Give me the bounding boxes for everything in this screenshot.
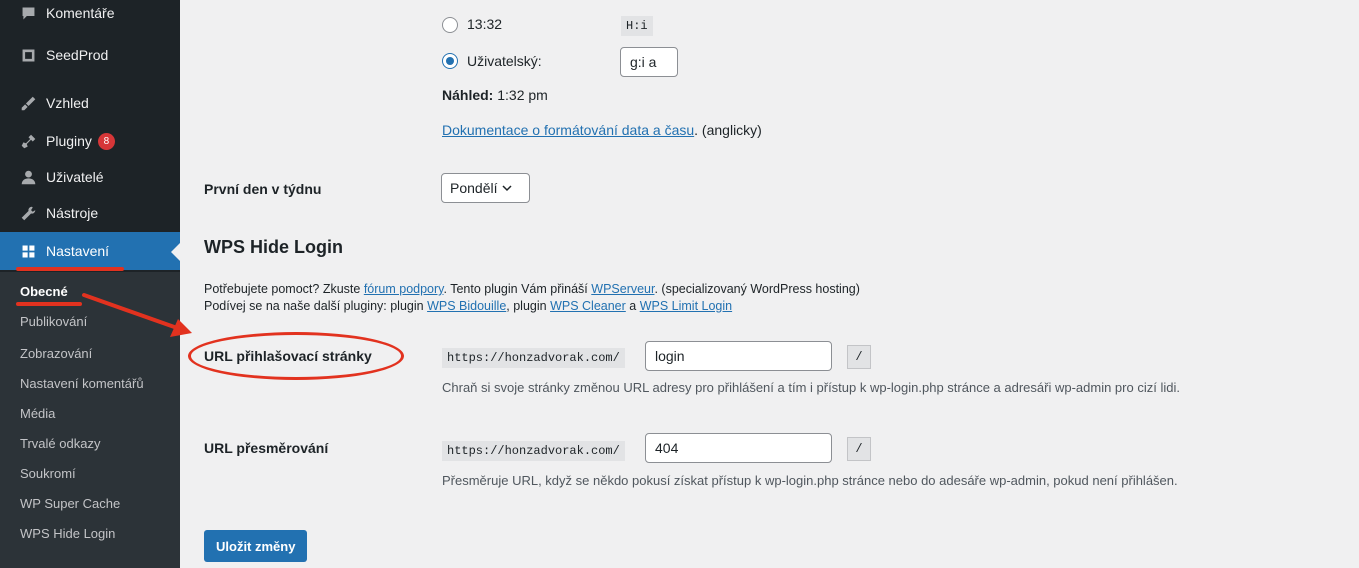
redirect-url-prefix: https://honzadvorak.com/ <box>442 441 625 461</box>
annotation-underline-settings <box>16 267 124 271</box>
active-menu-arrow <box>171 243 180 261</box>
menu-label: Vzhled <box>46 95 89 111</box>
help-text: . Tento plugin Vám přináší <box>443 282 592 296</box>
annotation-circle <box>188 332 404 380</box>
wps-plugins-text: Podívej se na naše další pluginy: plugin… <box>204 299 732 313</box>
redirect-url-suffix: / <box>847 437 871 461</box>
admin-sidebar: Komentáře SeedProd Vzhled Pluginy 8 Uživ… <box>0 0 180 568</box>
time-format-option-label: 13:32 <box>467 16 503 32</box>
wpserveur-link[interactable]: WPServeur <box>591 282 654 296</box>
tools-wrench-icon <box>18 203 38 223</box>
menu-item-comments[interactable]: Komentáře <box>0 0 180 32</box>
first-day-select[interactable]: Pondělí <box>441 173 530 203</box>
plugins-text: Podívej se na naše další pluginy: plugin <box>204 299 428 313</box>
login-url-description: Chraň si svoje stránky změnou URL adresy… <box>442 380 1180 395</box>
first-day-value: Pondělí <box>450 180 498 196</box>
menu-item-appearance[interactable]: Vzhled <box>0 84 180 122</box>
users-icon <box>18 167 38 187</box>
comment-icon <box>18 3 38 23</box>
login-url-prefix: https://honzadvorak.com/ <box>442 348 625 368</box>
menu-item-users[interactable]: Uživatelé <box>0 158 180 196</box>
seedprod-icon <box>18 45 38 65</box>
plugin-icon <box>18 131 38 151</box>
time-format-code: H:i <box>621 16 653 36</box>
menu-item-plugins[interactable]: Pluginy 8 <box>0 122 180 160</box>
help-text: . (specializovaný WordPress hosting) <box>654 282 860 296</box>
preview-label: Náhled: <box>442 87 494 103</box>
menu-item-seedprod[interactable]: SeedProd <box>0 36 180 74</box>
settings-content: 13:32 H:i Uživatelský: g:i a Náhled: 1:3… <box>180 0 1359 568</box>
date-format-doc: Dokumentace o formátování data a času. (… <box>442 122 762 138</box>
submenu-item-permalinks[interactable]: Trvalé odkazy <box>20 436 100 451</box>
time-format-custom-input[interactable]: g:i a <box>620 47 678 77</box>
redirect-url-label: URL přesměrování <box>204 440 329 456</box>
help-text: Potřebujete pomoct? Zkuste <box>204 282 364 296</box>
chevron-down-icon <box>502 185 513 192</box>
submenu-item-wps-hide-login[interactable]: WPS Hide Login <box>20 526 115 541</box>
wps-help-text: Potřebujete pomoct? Zkuste fórum podpory… <box>204 282 860 296</box>
time-format-radio-custom[interactable] <box>442 53 458 69</box>
time-format-radio-24h[interactable] <box>442 17 458 33</box>
submenu-item-general[interactable]: Obecné <box>20 284 68 299</box>
support-forum-link[interactable]: fórum podpory <box>364 282 444 296</box>
menu-label: Nastavení <box>46 243 110 259</box>
plugins-text: , plugin <box>506 299 551 313</box>
submenu-item-privacy[interactable]: Soukromí <box>20 466 76 481</box>
redirect-url-description: Přesměruje URL, když se někdo pokusí zís… <box>442 473 1178 488</box>
login-url-suffix: / <box>847 345 871 369</box>
doc-suffix: . (anglicky) <box>694 122 762 138</box>
wps-cleaner-link[interactable]: WPS Cleaner <box>550 299 626 313</box>
date-format-doc-link[interactable]: Dokumentace o formátování data a času <box>442 122 694 138</box>
redirect-url-input[interactable]: 404 <box>645 433 832 463</box>
update-count-badge: 8 <box>97 132 115 150</box>
time-format-custom-label: Uživatelský: <box>467 53 542 69</box>
submenu-item-media[interactable]: Média <box>20 406 55 421</box>
save-changes-button[interactable]: Uložit změny <box>204 530 308 562</box>
wps-limit-login-link[interactable]: WPS Limit Login <box>640 299 732 313</box>
wps-bidouille-link[interactable]: WPS Bidouille <box>427 299 506 313</box>
submenu-item-discussion[interactable]: Nastavení komentářů <box>20 376 144 391</box>
menu-item-tools[interactable]: Nástroje <box>0 194 180 232</box>
menu-label: SeedProd <box>46 47 109 63</box>
first-day-label: První den v týdnu <box>204 181 322 197</box>
login-url-input[interactable]: login <box>645 341 832 371</box>
menu-item-settings[interactable]: Nastavení <box>0 232 180 270</box>
wps-heading: WPS Hide Login <box>204 237 343 257</box>
menu-label: Pluginy <box>46 133 92 149</box>
submenu-item-wp-super-cache[interactable]: WP Super Cache <box>20 496 120 511</box>
menu-label: Nástroje <box>46 205 99 221</box>
time-format-preview: Náhled: 1:32 pm <box>442 87 548 103</box>
preview-value: 1:32 pm <box>497 87 548 103</box>
settings-icon <box>18 241 38 261</box>
submenu-item-writing[interactable]: Publikování <box>20 314 87 329</box>
plugins-text: a <box>625 299 640 313</box>
annotation-underline-general <box>16 302 82 306</box>
menu-label: Uživatelé <box>46 169 104 185</box>
menu-label: Komentáře <box>46 5 115 21</box>
appearance-brush-icon <box>18 93 38 113</box>
annotation-arrow <box>82 293 192 337</box>
